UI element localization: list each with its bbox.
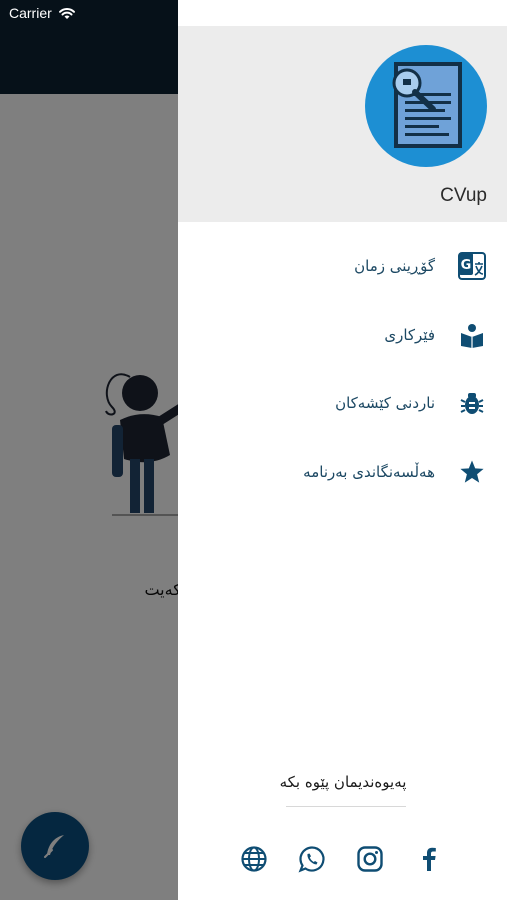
menu-item-label: هەڵسەنگاندی بەرنامە [303, 463, 435, 481]
menu-item-label: فێرکاری [384, 326, 435, 344]
facebook-icon [423, 847, 436, 871]
bug-icon [457, 388, 487, 418]
drawer-status-area [178, 0, 507, 26]
svg-text:G: G [461, 258, 472, 273]
instagram-icon [357, 846, 383, 872]
cv-search-icon [392, 62, 462, 148]
navigation-drawer: CVup گۆڕینی زمان G فێرکاری ناردنی کێشەکا… [178, 0, 507, 900]
drawer-header: CVup [178, 26, 507, 222]
whatsapp-icon [298, 846, 325, 873]
globe-icon [241, 846, 267, 872]
facebook-link[interactable] [412, 842, 446, 876]
menu-item-label: گۆڕینی زمان [354, 257, 435, 275]
contact-us-title: پەیوەندیمان پێوە بکە [279, 773, 407, 791]
app-name: CVup [440, 185, 487, 206]
carrier-label: Carrier [9, 5, 52, 21]
translate-icon: G [457, 251, 487, 281]
contact-divider [286, 806, 406, 807]
star-icon [457, 457, 487, 487]
wifi-icon [58, 7, 75, 19]
menu-item-label: ناردنی کێشەکان [335, 394, 435, 412]
whatsapp-link[interactable] [295, 842, 329, 876]
menu-item-change-language[interactable]: گۆڕینی زمان G [178, 241, 507, 291]
website-link[interactable] [237, 842, 271, 876]
menu-item-report-issues[interactable]: ناردنی کێشەکان [178, 378, 507, 428]
menu-item-rate-app[interactable]: هەڵسەنگاندی بەرنامە [178, 447, 507, 497]
menu-item-tutorial[interactable]: فێرکاری [178, 310, 507, 360]
tutorial-book-icon [457, 320, 487, 350]
app-logo [365, 45, 487, 167]
status-bar: Carrier [0, 0, 178, 26]
instagram-link[interactable] [353, 842, 387, 876]
